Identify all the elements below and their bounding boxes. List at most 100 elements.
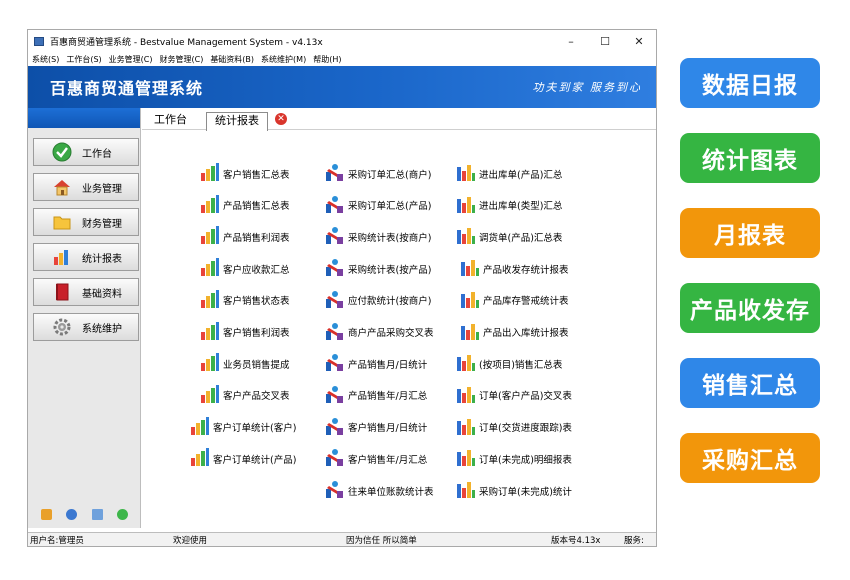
report-chart-icon xyxy=(456,385,479,406)
report-link[interactable]: 产品销售利润表 xyxy=(200,226,290,247)
banner-title: 百惠商贸通管理系统 xyxy=(50,79,204,98)
report-link[interactable]: 订单(未完成)明细报表 xyxy=(456,448,572,469)
report-link[interactable]: (按项目)销售汇总表 xyxy=(456,353,562,374)
report-link[interactable]: 客户应收款汇总 xyxy=(200,258,290,279)
report-link[interactable]: 采购统计表(按商户) xyxy=(325,226,431,247)
report-link[interactable]: 客户订单统计(客户) xyxy=(190,416,297,438)
report-link[interactable]: 产品销售月/日统计 xyxy=(325,353,427,374)
report-chart-icon xyxy=(460,290,483,311)
report-link[interactable]: 业务员销售提成 xyxy=(200,353,290,374)
report-link[interactable]: 进出库单(产品)汇总 xyxy=(456,163,562,184)
report-link[interactable]: 客户销售利润表 xyxy=(200,321,290,343)
tab-bar: 工作台 统计报表 ✕ xyxy=(142,108,656,131)
report-link[interactable]: 产品收发存统计报表 xyxy=(460,258,569,279)
plus-icon[interactable] xyxy=(116,509,128,520)
tab-reports[interactable]: 统计报表 xyxy=(206,112,268,131)
report-chart-icon xyxy=(325,480,348,501)
status-bar: 用户名:管理员 欢迎使用 因为信任 所以简单 版本号4.13x 服务: xyxy=(28,532,656,546)
report-link[interactable]: 客户销售年/月汇总 xyxy=(325,448,427,469)
report-link[interactable]: 采购订单汇总(产品) xyxy=(325,195,431,216)
report-link[interactable]: 进出库单(类型)汇总 xyxy=(456,195,562,216)
status-service: 服务: xyxy=(624,536,644,546)
report-chart-icon xyxy=(325,195,348,216)
menu-business[interactable]: 业务管理(C) xyxy=(109,54,153,65)
window-icon[interactable] xyxy=(91,509,103,520)
report-link[interactable]: 产品库存警戒统计表 xyxy=(460,290,569,311)
sidebar-toolbar xyxy=(28,509,141,520)
report-link[interactable]: 客户产品交叉表 xyxy=(200,384,290,406)
report-link[interactable]: 调货单(产品)汇总表 xyxy=(456,226,562,247)
report-link-label: 产品收发存统计报表 xyxy=(483,264,569,276)
report-chart-icon xyxy=(456,448,479,469)
report-chart-icon xyxy=(190,416,213,438)
close-button[interactable]: ✕ xyxy=(622,35,656,48)
report-link[interactable]: 客户销售月/日统计 xyxy=(325,417,427,438)
sidebar-item-label: 基础资料 xyxy=(82,288,122,300)
report-link-label: 订单(未完成)明细报表 xyxy=(479,454,572,466)
report-link[interactable]: 产品出入库统计报表 xyxy=(460,322,569,343)
sidebar-item-finance[interactable]: 财务管理 xyxy=(33,208,139,236)
edit-icon[interactable] xyxy=(41,509,53,520)
report-chart-icon xyxy=(325,385,348,406)
report-link[interactable]: 客户订单统计(产品) xyxy=(190,448,296,469)
report-chart-icon xyxy=(325,290,348,311)
close-tab-icon[interactable]: ✕ xyxy=(275,113,287,125)
report-link[interactable]: 产品销售年/月汇总 xyxy=(325,385,427,406)
report-link[interactable]: 客户销售汇总表 xyxy=(200,163,290,184)
report-chart-icon xyxy=(325,448,348,469)
report-chart-icon xyxy=(456,195,479,216)
header-banner: 百惠商贸通管理系统 功夫到家 服务到心 xyxy=(28,66,656,108)
app-window: 百惠商贸通管理系统 - Bestvalue Management System … xyxy=(27,29,657,547)
folder-icon xyxy=(52,213,72,231)
report-chart-icon xyxy=(460,258,483,279)
report-link[interactable]: 采购统计表(按产品) xyxy=(325,258,431,279)
report-link-label: 产品出入库统计报表 xyxy=(483,328,569,339)
sidebar-item-reports[interactable]: 统计报表 xyxy=(33,243,139,271)
report-link[interactable]: 订单(交货进度跟踪)表 xyxy=(456,417,572,438)
minimize-button[interactable]: – xyxy=(554,35,588,48)
report-link-label: 客户销售状态表 xyxy=(223,296,290,308)
sidebar-item-business[interactable]: 业务管理 xyxy=(33,173,139,201)
sidebar-item-basic-data[interactable]: 基础资料 xyxy=(33,278,139,306)
menu-help[interactable]: 帮助(H) xyxy=(313,54,341,65)
feature-tag: 销售汇总 xyxy=(680,358,820,408)
report-chart-icon xyxy=(456,353,479,374)
tab-workbench[interactable]: 工作台 xyxy=(146,112,195,130)
book-icon xyxy=(52,283,72,301)
maximize-button[interactable]: ☐ xyxy=(588,35,622,48)
report-link-label: 客户订单统计(客户) xyxy=(213,423,297,435)
report-link[interactable]: 商户产品采购交叉表 xyxy=(325,322,434,343)
report-link[interactable]: 产品销售汇总表 xyxy=(200,194,290,216)
banner-slogan: 功夫到家 服务到心 xyxy=(532,81,642,94)
report-link-label: 订单(客户产品)交叉表 xyxy=(479,391,572,403)
status-user: 用户名:管理员 xyxy=(30,536,84,546)
report-link-label: 采购订单汇总(商户) xyxy=(348,169,432,181)
report-link-label: 采购统计表(按产品) xyxy=(348,264,432,276)
report-chart-icon xyxy=(200,258,223,279)
menu-finance[interactable]: 财务管理(C) xyxy=(159,54,203,65)
report-link[interactable]: 客户销售状态表 xyxy=(200,289,290,311)
sidebar-item-workbench[interactable]: 工作台 xyxy=(33,138,139,166)
sidebar-item-maintenance[interactable]: 系统维护 xyxy=(33,313,139,341)
sidebar-item-label: 系统维护 xyxy=(82,323,122,335)
menu-basic-data[interactable]: 基础资料(B) xyxy=(210,54,254,65)
clock-icon[interactable] xyxy=(66,509,78,520)
report-link[interactable]: 订单(客户产品)交叉表 xyxy=(456,385,572,406)
report-chart-icon xyxy=(200,194,223,216)
chart-icon xyxy=(52,248,72,266)
report-chart-icon xyxy=(456,226,479,247)
report-link[interactable]: 采购订单(未完成)统计 xyxy=(456,480,572,501)
report-chart-icon xyxy=(200,353,223,374)
menu-system[interactable]: 系统(S) xyxy=(32,54,59,65)
report-link-label: 调货单(产品)汇总表 xyxy=(479,232,563,244)
check-icon xyxy=(52,142,72,162)
menu-workbench[interactable]: 工作台(S) xyxy=(66,54,101,65)
report-link[interactable]: 采购订单汇总(商户) xyxy=(325,163,431,184)
menu-maintenance[interactable]: 系统维护(M) xyxy=(261,54,306,65)
status-welcome: 欢迎使用 xyxy=(173,536,208,546)
report-link-label: 客户销售年/月汇总 xyxy=(348,454,428,466)
report-chart-icon xyxy=(456,480,479,501)
report-link[interactable]: 应付款统计(按商户) xyxy=(325,290,431,311)
report-chart-icon xyxy=(460,322,483,343)
report-link[interactable]: 往来单位账款统计表 xyxy=(325,480,434,501)
